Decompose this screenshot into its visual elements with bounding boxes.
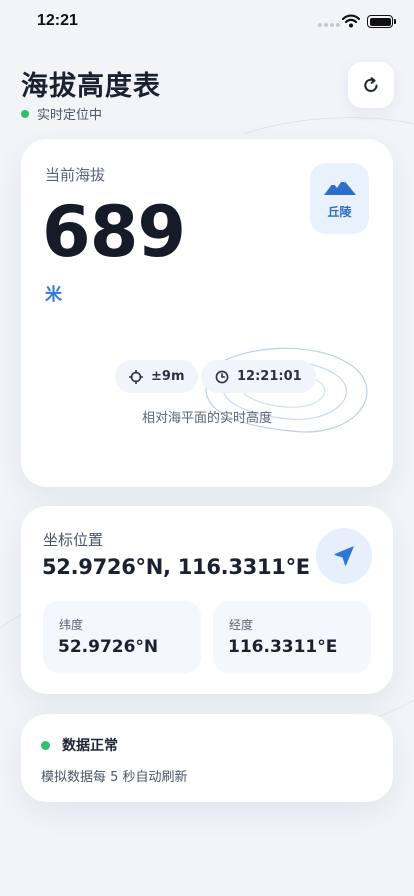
- longitude-box: 经度 116.3311°E: [213, 601, 371, 673]
- latitude-label: 纬度: [59, 618, 84, 632]
- terrain-label: 丘陵: [327, 205, 352, 219]
- coordinates-value: 52.9726°N, 116.3311°E: [42, 555, 310, 579]
- timestamp-value: 12:21:01: [237, 369, 302, 384]
- terrain-badge: 丘陵: [310, 163, 369, 234]
- data-status-dot: [41, 740, 50, 750]
- live-status-dot: [21, 109, 29, 118]
- longitude-label: 经度: [229, 618, 254, 632]
- data-status-card: 数据正常 模拟数据每 5 秒自动刷新: [21, 714, 393, 802]
- location-status-label: 实时定位中: [37, 108, 103, 123]
- altitude-unit: 米: [45, 285, 62, 305]
- accuracy-value: ±9m: [151, 369, 185, 384]
- latitude-value: 52.9726°N: [58, 637, 159, 657]
- altitude-caption: 相对海平面的实时高度: [141, 411, 272, 426]
- coordinates-card: 坐标位置 52.9726°N, 116.3311°E 纬度 52.9726°N …: [21, 506, 393, 694]
- accuracy-chip: ±9m: [115, 360, 199, 393]
- battery-icon: [367, 15, 396, 28]
- coordinates-label: 坐标位置: [43, 531, 104, 549]
- clock-icon: [215, 370, 229, 383]
- mountain-icon: [323, 179, 356, 195]
- wifi-icon: [342, 14, 360, 28]
- altitude-card: 当前海拔 689 米 丘陵 ±9m 12:21:01 相对海平面的实时高度: [21, 139, 393, 487]
- data-status: 数据正常: [41, 735, 118, 755]
- navigate-button[interactable]: [316, 528, 372, 584]
- timestamp-chip: 12:21:01: [201, 360, 316, 393]
- refresh-icon: [364, 77, 378, 92]
- crosshair-icon: [129, 369, 143, 384]
- refresh-button[interactable]: [348, 62, 394, 108]
- status-bar: 12:21: [0, 0, 414, 44]
- page-title: 海拔高度表: [21, 71, 161, 102]
- latitude-box: 纬度 52.9726°N: [43, 601, 201, 673]
- altitude-value: 689: [42, 191, 186, 273]
- refresh-note: 模拟数据每 5 秒自动刷新: [41, 770, 188, 785]
- longitude-value: 116.3311°E: [228, 637, 338, 657]
- altitude-label: 当前海拔: [45, 166, 106, 184]
- location-status: 实时定位中: [21, 104, 102, 123]
- data-status-label: 数据正常: [62, 738, 118, 754]
- contour-decoration: [205, 347, 368, 433]
- cellular-signal-icon: [318, 23, 340, 27]
- navigation-arrow-icon: [334, 546, 354, 566]
- status-time: 12:21: [37, 12, 78, 29]
